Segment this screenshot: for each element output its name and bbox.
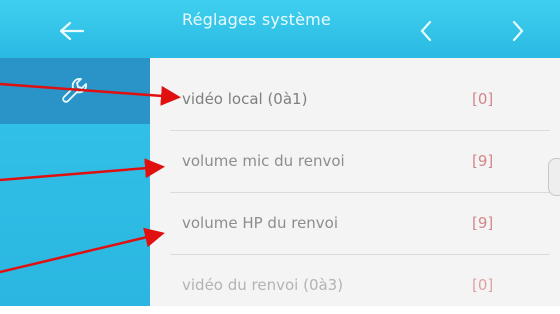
setting-row-hp-volume[interactable]: volume HP du renvoi [9] <box>150 192 560 252</box>
previous-button[interactable] <box>406 14 446 48</box>
setting-row-video-forward[interactable]: vidéo du renvoi (0à3) [0] <box>150 254 560 314</box>
title-bar: Réglages système <box>0 0 560 58</box>
device-screen: Réglages système vidéo local (0à1) [0] v… <box>0 0 560 306</box>
setting-label: vidéo local (0à1) <box>182 90 308 108</box>
chevron-left-icon <box>420 20 432 42</box>
setting-label: vidéo du renvoi (0à3) <box>182 276 344 294</box>
setting-value: [0] <box>472 276 494 294</box>
page-title: Réglages système <box>182 10 331 29</box>
wrench-icon <box>62 78 87 103</box>
back-button[interactable] <box>52 14 92 48</box>
setting-label: volume mic du renvoi <box>182 152 345 170</box>
arrow-left-icon <box>59 21 85 41</box>
chevron-right-icon <box>512 20 524 42</box>
setting-label: volume HP du renvoi <box>182 214 339 232</box>
next-button[interactable] <box>498 14 538 48</box>
setting-value: [9] <box>472 214 494 232</box>
setting-row-mic-volume[interactable]: volume mic du renvoi [9] <box>150 130 560 190</box>
setting-value: [0] <box>472 90 494 108</box>
tab-system-settings[interactable] <box>0 58 150 124</box>
setting-row-video-local[interactable]: vidéo local (0à1) [0] <box>150 68 560 128</box>
sidebar <box>0 58 150 306</box>
setting-value: [9] <box>472 152 494 170</box>
settings-list: vidéo local (0à1) [0] volume mic du renv… <box>150 58 560 306</box>
scroll-knob[interactable] <box>548 158 560 196</box>
